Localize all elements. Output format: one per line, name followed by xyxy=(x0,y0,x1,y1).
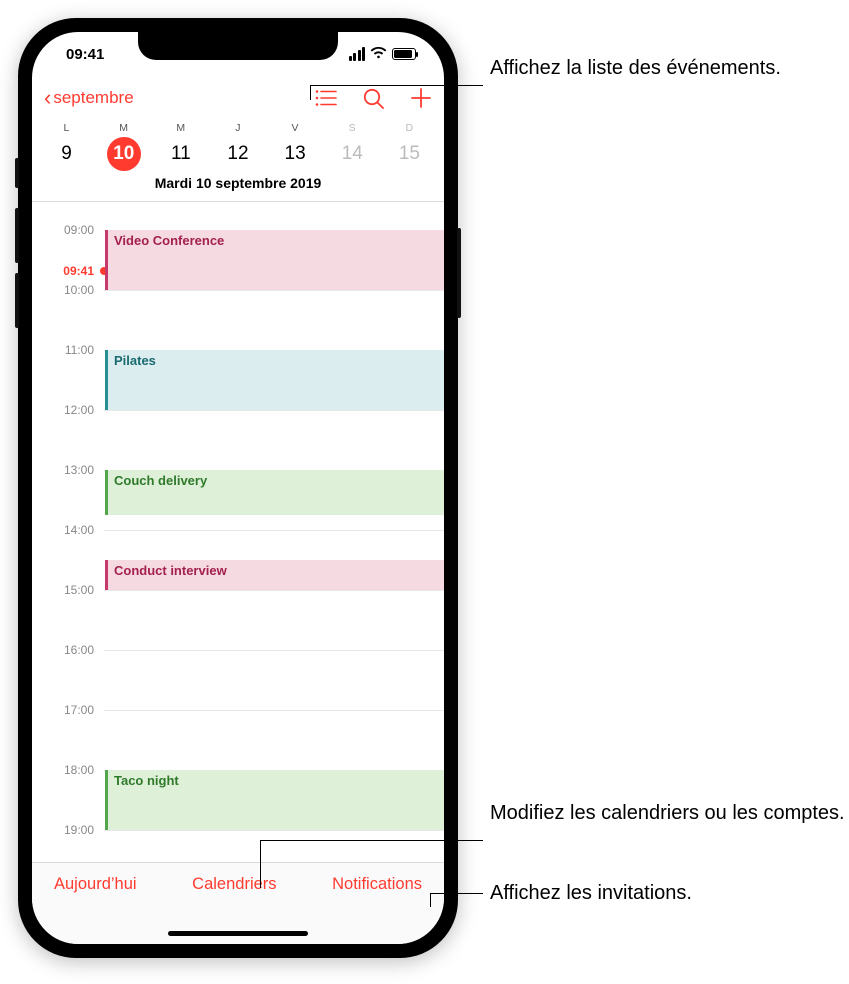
back-button[interactable]: ‹ septembre xyxy=(44,87,134,109)
day-number[interactable]: 9 xyxy=(50,137,84,171)
back-label: septembre xyxy=(53,88,133,108)
hour-grid-line xyxy=(104,590,444,591)
calendars-button[interactable]: Calendriers xyxy=(192,875,276,894)
hour-label: 13:00 xyxy=(32,463,94,477)
callout-view-invitations: Affichez les invitations. xyxy=(490,880,692,907)
bottom-toolbar: Aujourd’hui Calendriers Notifications xyxy=(32,862,444,944)
iphone-frame: 09:41 ‹ septembre xyxy=(18,18,458,958)
cellular-icon xyxy=(349,47,366,61)
power-button xyxy=(457,228,461,318)
hour-label: 10:00 xyxy=(32,283,94,297)
callout-line xyxy=(310,85,311,100)
calendar-event[interactable]: Couch delivery xyxy=(105,470,444,515)
volume-down-button xyxy=(15,273,19,328)
calendar-event[interactable]: Taco night xyxy=(105,770,444,830)
hour-grid-line xyxy=(104,290,444,291)
home-indicator[interactable] xyxy=(168,931,308,936)
day-column[interactable]: J 12 xyxy=(209,122,266,171)
date-title: Mardi 10 septembre 2019 xyxy=(32,171,444,202)
day-letter: L xyxy=(38,122,95,134)
day-column[interactable]: L9 xyxy=(38,122,95,171)
screen: 09:41 ‹ septembre xyxy=(32,32,444,944)
callout-line xyxy=(260,840,483,841)
today-button[interactable]: Aujourd’hui xyxy=(54,875,137,894)
day-timeline[interactable]: 09:00 10:00 11:00 12:00 13:00 14:00 15:00 16:00… xyxy=(32,202,444,852)
status-time: 09:41 xyxy=(66,46,104,63)
volume-up-button xyxy=(15,208,19,263)
notch xyxy=(138,32,338,60)
day-column[interactable]: S 14 xyxy=(324,122,381,171)
hour-label: 09:00 xyxy=(32,223,94,237)
callout-line xyxy=(310,85,483,86)
hour-label: 15:00 xyxy=(32,583,94,597)
navigation-bar: ‹ septembre xyxy=(32,76,444,120)
day-letter: S xyxy=(324,122,381,134)
hour-grid-line xyxy=(104,710,444,711)
hour-label: 14:00 xyxy=(32,523,94,537)
calendar-event[interactable]: Pilates xyxy=(105,350,444,410)
hour-grid-line xyxy=(104,530,444,531)
day-column[interactable]: V 13 xyxy=(267,122,324,171)
current-time-label: 09:41 xyxy=(32,263,94,279)
day-letter: M xyxy=(152,122,209,134)
callout-edit-calendars: Modifiez les calendriers ou les comptes. xyxy=(490,800,845,827)
day-letter: D xyxy=(381,122,438,134)
chevron-left-icon: ‹ xyxy=(44,87,51,109)
hour-grid-line xyxy=(104,830,444,831)
week-row: L9M10M11J12V13S14D15 xyxy=(32,120,444,171)
hour-label: 17:00 xyxy=(32,703,94,717)
callout-line xyxy=(260,840,261,888)
callout-line xyxy=(430,893,483,894)
callout-list-events: Affichez la liste des événements. xyxy=(490,55,781,82)
add-event-icon[interactable] xyxy=(410,87,432,109)
callout-line xyxy=(430,893,431,907)
battery-icon xyxy=(392,48,416,60)
hour-label: 12:00 xyxy=(32,403,94,417)
day-number[interactable]: 14 xyxy=(335,137,369,171)
wifi-icon xyxy=(370,46,387,63)
day-number[interactable]: 10 xyxy=(107,137,141,171)
search-icon[interactable] xyxy=(363,88,384,109)
hour-grid-line xyxy=(104,410,444,411)
day-number[interactable]: 11 xyxy=(164,137,198,171)
day-column[interactable]: M 10 xyxy=(95,122,152,171)
hour-grid-line xyxy=(104,650,444,651)
status-indicators xyxy=(349,46,417,63)
day-number[interactable]: 12 xyxy=(221,137,255,171)
calendar-event[interactable]: Video Conference xyxy=(105,230,444,290)
day-letter: V xyxy=(267,122,324,134)
day-column[interactable]: D 15 xyxy=(381,122,438,171)
hour-label: 11:00 xyxy=(32,343,94,357)
day-letter: M xyxy=(95,122,152,134)
day-number[interactable]: 13 xyxy=(278,137,312,171)
hour-label: 18:00 xyxy=(32,763,94,777)
day-letter: J xyxy=(209,122,266,134)
hour-label: 19:00 xyxy=(32,823,94,837)
mute-switch xyxy=(15,158,19,188)
calendar-event[interactable]: Conduct interview xyxy=(105,560,444,590)
list-view-icon[interactable] xyxy=(315,89,337,107)
day-column[interactable]: M 11 xyxy=(152,122,209,171)
hour-label: 16:00 xyxy=(32,643,94,657)
day-number[interactable]: 15 xyxy=(392,137,426,171)
inbox-button[interactable]: Notifications xyxy=(332,875,422,894)
